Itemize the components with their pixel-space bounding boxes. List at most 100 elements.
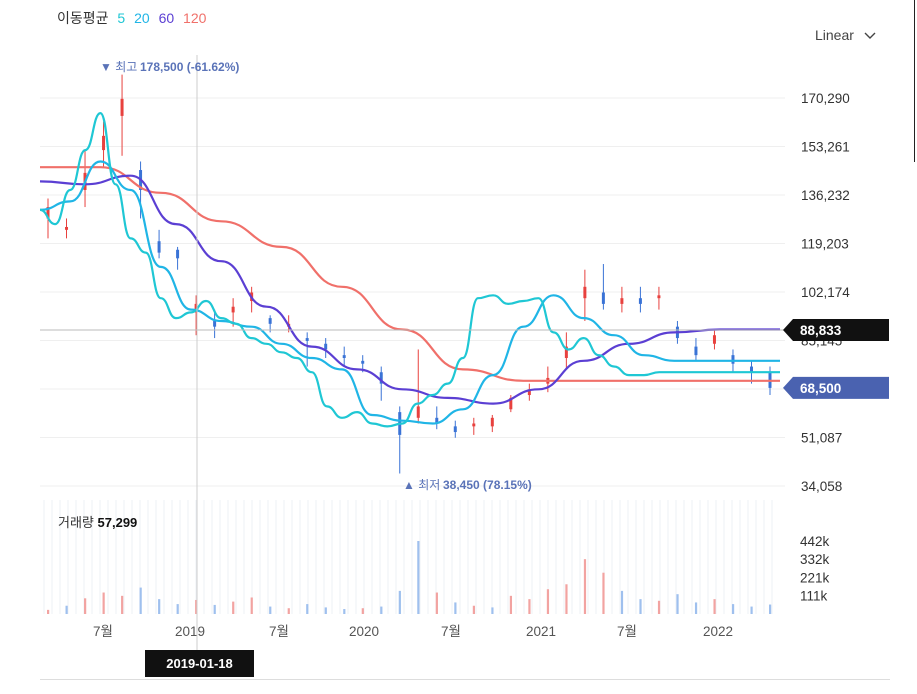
volume-bar bbox=[84, 598, 87, 614]
volume-bar bbox=[232, 601, 235, 614]
candle-body bbox=[601, 292, 605, 304]
volume-bar bbox=[102, 592, 105, 614]
volume-bar bbox=[620, 590, 624, 614]
volume-bar bbox=[528, 599, 531, 614]
candle-body bbox=[472, 423, 476, 427]
volume-tick-label: 442k bbox=[800, 534, 830, 549]
volume-bar bbox=[398, 590, 401, 614]
price-badge-label: 88,833 bbox=[800, 323, 842, 338]
volume-bar bbox=[287, 608, 290, 614]
volume-bar bbox=[250, 597, 253, 614]
moving-average-lines bbox=[39, 111, 780, 428]
candle-body bbox=[157, 241, 161, 253]
volume-bar bbox=[306, 604, 309, 614]
legend-title: 이동평균 bbox=[57, 10, 109, 26]
candle-body bbox=[712, 335, 716, 344]
legend-ma20[interactable]: 20 bbox=[134, 10, 150, 26]
volume-bar bbox=[509, 595, 513, 614]
candle-body bbox=[583, 286, 587, 299]
volume-bar bbox=[657, 600, 661, 614]
volume-bar bbox=[121, 595, 124, 614]
y-tick-label: 119,203 bbox=[801, 237, 849, 252]
volume-bar bbox=[417, 541, 420, 614]
candle-body bbox=[620, 298, 624, 304]
crosshair-date-label: 2019-01-18 bbox=[145, 650, 254, 677]
price-badges: 88,833 68,500 bbox=[783, 318, 889, 399]
x-tick-label: 7월 bbox=[617, 624, 637, 639]
volume-label: 거래량 57,299 bbox=[58, 512, 137, 531]
ma120-line bbox=[39, 166, 780, 382]
x-tick-label: 2021 bbox=[526, 624, 556, 639]
volume-bar bbox=[176, 604, 179, 614]
annotation-label: ▲ 최저 bbox=[403, 478, 440, 492]
volume-bar bbox=[269, 606, 272, 614]
annotation-value: 38,450 (78.15%) bbox=[443, 478, 532, 492]
x-tick-label: 2022 bbox=[703, 624, 733, 639]
volume-bar bbox=[454, 602, 457, 614]
candle-body bbox=[657, 295, 661, 299]
grid-lines bbox=[40, 97, 785, 487]
volume-bar bbox=[435, 592, 438, 614]
legend-ma120[interactable]: 120 bbox=[183, 10, 206, 26]
volume-bar bbox=[324, 607, 327, 614]
volume-bar bbox=[361, 608, 364, 614]
candle-body bbox=[65, 226, 69, 230]
candle-body bbox=[490, 417, 494, 427]
scale-label: Linear bbox=[815, 27, 854, 43]
candle-body bbox=[416, 406, 420, 418]
x-tick-label: 7월 bbox=[269, 624, 289, 639]
y-tick-label: 51,087 bbox=[801, 431, 842, 446]
volume-tick-label: 221k bbox=[800, 571, 830, 586]
volume-bar bbox=[676, 594, 679, 614]
volume-bar bbox=[139, 587, 142, 614]
candle-body bbox=[731, 355, 735, 364]
x-axis: 7월 2019 7월 2020 7월 2021 7월 2022 bbox=[93, 624, 733, 639]
stock-chart[interactable]: 170,290153,261136,232119,203102,17485,14… bbox=[0, 0, 917, 694]
annotation-label: ▼ 최고 bbox=[100, 60, 137, 74]
volume-bar bbox=[158, 599, 161, 614]
x-tick-label: 7월 bbox=[441, 624, 461, 639]
ma5-line bbox=[39, 111, 780, 428]
high-low-annotations: ▼ 최고 178,500 (-61.62%) ▲ 최저 38,450 (78.15%) bbox=[100, 60, 532, 492]
candle-body bbox=[361, 360, 365, 364]
y-tick-label: 170,290 bbox=[801, 91, 850, 106]
volume-bar bbox=[213, 604, 216, 614]
volume-bar bbox=[472, 605, 475, 614]
moving-average-legend: 이동평균 5 20 60 120 bbox=[57, 8, 211, 28]
volume-tick-label: 111k bbox=[800, 589, 828, 604]
scale-select[interactable]: Linear bbox=[815, 27, 876, 43]
candle-body bbox=[102, 135, 106, 151]
candle-body bbox=[268, 318, 272, 324]
volume-grid bbox=[43, 500, 773, 614]
x-tick-label: 2020 bbox=[349, 624, 379, 639]
volume-title: 거래량 bbox=[58, 515, 94, 530]
volume-bar bbox=[602, 572, 605, 614]
volume-bar bbox=[565, 584, 568, 614]
volume-bar bbox=[639, 599, 642, 614]
y-tick-label: 102,174 bbox=[801, 285, 850, 300]
y-tick-label: 136,232 bbox=[801, 188, 850, 203]
legend-ma60[interactable]: 60 bbox=[159, 10, 175, 26]
y-tick-label: 34,058 bbox=[801, 479, 842, 494]
volume-bar bbox=[583, 559, 587, 614]
candle-body bbox=[453, 426, 457, 433]
candle-body bbox=[342, 355, 346, 359]
x-tick-label: 7월 bbox=[93, 624, 113, 639]
candle-body bbox=[120, 98, 124, 116]
bottom-divider bbox=[40, 679, 890, 680]
volume-bar bbox=[491, 607, 494, 614]
volume-bar bbox=[380, 606, 383, 614]
volume-bar bbox=[713, 599, 716, 614]
volume-bar bbox=[694, 602, 698, 614]
candle-body bbox=[694, 346, 698, 356]
x-tick-label: 2019 bbox=[175, 624, 205, 639]
candle-body bbox=[213, 320, 217, 327]
y-axis: 170,290153,261136,232119,203102,17485,14… bbox=[801, 91, 850, 494]
volume-value: 57,299 bbox=[97, 515, 138, 530]
legend-ma5[interactable]: 5 bbox=[117, 10, 125, 26]
candle-body bbox=[638, 298, 642, 304]
ma60-line bbox=[39, 174, 780, 405]
volume-tick-label: 332k bbox=[800, 552, 830, 567]
volume-bar bbox=[750, 606, 753, 614]
volume-bar bbox=[731, 604, 735, 614]
